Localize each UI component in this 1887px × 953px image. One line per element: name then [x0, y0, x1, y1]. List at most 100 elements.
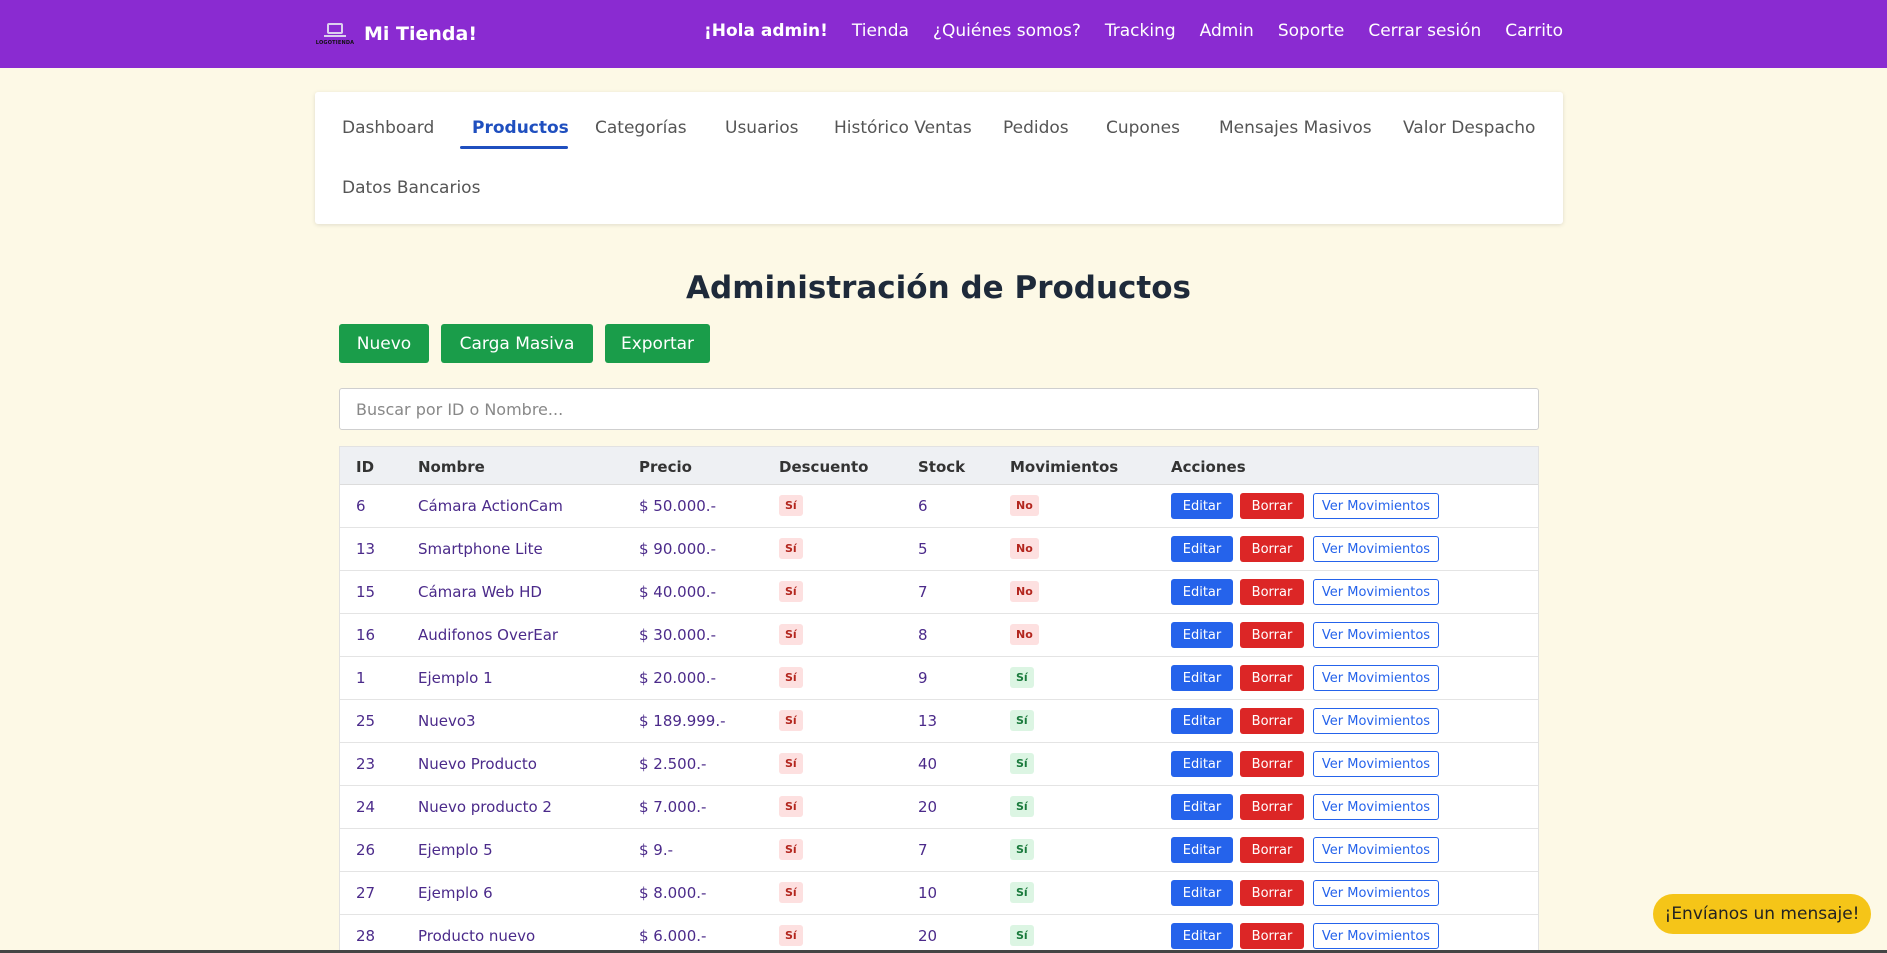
table-row: 27 Ejemplo 6 $ 8.000.- Sí 10 Sí Editar B… — [340, 872, 1538, 915]
table-row: 26 Ejemplo 5 $ 9.- Sí 7 Sí Editar Borrar… — [340, 829, 1538, 872]
tab-pedidos[interactable]: Pedidos — [1003, 118, 1069, 138]
header-precio: Precio — [639, 458, 692, 476]
table-row: 1 Ejemplo 1 $ 20.000.- Sí 9 Sí Editar Bo… — [340, 657, 1538, 700]
view-movements-button[interactable]: Ver Movimientos — [1313, 493, 1439, 519]
descuento-badge: Sí — [779, 495, 803, 516]
cell-nombre: Ejemplo 6 — [418, 884, 493, 902]
edit-button[interactable]: Editar — [1171, 536, 1233, 562]
delete-button[interactable]: Borrar — [1240, 794, 1304, 820]
tab-historico-ventas[interactable]: Histórico Ventas — [834, 118, 972, 138]
delete-button[interactable]: Borrar — [1240, 579, 1304, 605]
tab-datos-bancarios[interactable]: Datos Bancarios — [342, 178, 480, 198]
send-message-button[interactable]: ¡Envíanos un mensaje! — [1653, 894, 1871, 934]
search-input[interactable] — [339, 388, 1539, 430]
delete-button[interactable]: Borrar — [1240, 923, 1304, 949]
movimientos-badge: No — [1010, 581, 1039, 602]
edit-button[interactable]: Editar — [1171, 837, 1233, 863]
cell-stock: 6 — [918, 497, 928, 515]
movimientos-badge: Sí — [1010, 839, 1034, 860]
tab-mensajes-masivos[interactable]: Mensajes Masivos — [1219, 118, 1372, 138]
cell-id: 23 — [356, 755, 376, 773]
nav-quienes-somos[interactable]: ¿Quiénes somos? — [933, 21, 1081, 41]
products-table: ID Nombre Precio Descuento Stock Movimie… — [339, 446, 1539, 953]
nav-soporte[interactable]: Soporte — [1278, 21, 1345, 41]
cell-nombre: Ejemplo 1 — [418, 669, 493, 687]
nav-admin[interactable]: Admin — [1200, 21, 1254, 41]
view-movements-button[interactable]: Ver Movimientos — [1313, 665, 1439, 691]
cell-id: 13 — [356, 540, 376, 558]
delete-button[interactable]: Borrar — [1240, 751, 1304, 777]
table-body: 6 Cámara ActionCam $ 50.000.- Sí 6 No Ed… — [340, 485, 1538, 953]
tab-cupones[interactable]: Cupones — [1106, 118, 1180, 138]
table-row: 25 Nuevo3 $ 189.999.- Sí 13 Sí Editar Bo… — [340, 700, 1538, 743]
view-movements-button[interactable]: Ver Movimientos — [1313, 536, 1439, 562]
descuento-badge: Sí — [779, 753, 803, 774]
edit-button[interactable]: Editar — [1171, 751, 1233, 777]
table-row: 15 Cámara Web HD $ 40.000.- Sí 7 No Edit… — [340, 571, 1538, 614]
delete-button[interactable]: Borrar — [1240, 536, 1304, 562]
cell-precio: $ 6.000.- — [639, 927, 707, 945]
movimientos-badge: Sí — [1010, 753, 1034, 774]
view-movements-button[interactable]: Ver Movimientos — [1313, 794, 1439, 820]
movimientos-badge: Sí — [1010, 667, 1034, 688]
view-movements-button[interactable]: Ver Movimientos — [1313, 751, 1439, 777]
edit-button[interactable]: Editar — [1171, 708, 1233, 734]
edit-button[interactable]: Editar — [1171, 665, 1233, 691]
view-movements-button[interactable]: Ver Movimientos — [1313, 837, 1439, 863]
edit-button[interactable]: Editar — [1171, 794, 1233, 820]
edit-button[interactable]: Editar — [1171, 923, 1233, 949]
cell-id: 1 — [356, 669, 366, 687]
bulk-upload-button[interactable]: Carga Masiva — [441, 324, 593, 363]
cell-nombre: Cámara Web HD — [418, 583, 542, 601]
tab-valor-despacho[interactable]: Valor Despacho — [1403, 118, 1535, 138]
descuento-badge: Sí — [779, 581, 803, 602]
tab-categorias[interactable]: Categorías — [595, 118, 687, 138]
logo-text: LOGOTIENDA — [315, 39, 355, 46]
cell-nombre: Nuevo3 — [418, 712, 476, 730]
movimientos-badge: Sí — [1010, 925, 1034, 946]
table-row: 16 Audifonos OverEar $ 30.000.- Sí 8 No … — [340, 614, 1538, 657]
view-movements-button[interactable]: Ver Movimientos — [1313, 579, 1439, 605]
delete-button[interactable]: Borrar — [1240, 493, 1304, 519]
edit-button[interactable]: Editar — [1171, 880, 1233, 906]
brand[interactable]: LOGOTIENDA Mi Tienda! — [316, 16, 477, 52]
edit-button[interactable]: Editar — [1171, 579, 1233, 605]
cell-id: 26 — [356, 841, 376, 859]
tab-usuarios[interactable]: Usuarios — [725, 118, 798, 138]
cell-stock: 8 — [918, 626, 928, 644]
delete-button[interactable]: Borrar — [1240, 622, 1304, 648]
edit-button[interactable]: Editar — [1171, 622, 1233, 648]
cell-stock: 7 — [918, 583, 928, 601]
view-movements-button[interactable]: Ver Movimientos — [1313, 923, 1439, 949]
cell-nombre: Producto nuevo — [418, 927, 536, 945]
edit-button[interactable]: Editar — [1171, 493, 1233, 519]
store-logo-icon: LOGOTIENDA — [316, 17, 354, 51]
export-button[interactable]: Exportar — [605, 324, 710, 363]
cell-id: 25 — [356, 712, 376, 730]
header-stock: Stock — [918, 458, 966, 476]
movimientos-badge: Sí — [1010, 882, 1034, 903]
descuento-badge: Sí — [779, 796, 803, 817]
nav-carrito[interactable]: Carrito — [1505, 21, 1563, 41]
view-movements-button[interactable]: Ver Movimientos — [1313, 708, 1439, 734]
page-title: Administración de Productos — [686, 270, 1191, 306]
cell-precio: $ 2.500.- — [639, 755, 707, 773]
delete-button[interactable]: Borrar — [1240, 837, 1304, 863]
cell-id: 28 — [356, 927, 376, 945]
tab-dashboard[interactable]: Dashboard — [342, 118, 434, 138]
admin-tabs-card — [315, 92, 1563, 224]
tab-productos[interactable]: Productos — [472, 118, 569, 138]
cell-stock: 7 — [918, 841, 928, 859]
delete-button[interactable]: Borrar — [1240, 880, 1304, 906]
view-movements-button[interactable]: Ver Movimientos — [1313, 622, 1439, 648]
view-movements-button[interactable]: Ver Movimientos — [1313, 880, 1439, 906]
cell-nombre: Nuevo Producto — [418, 755, 537, 773]
nav-cerrar-sesion[interactable]: Cerrar sesión — [1368, 21, 1481, 41]
delete-button[interactable]: Borrar — [1240, 665, 1304, 691]
table-row: 28 Producto nuevo $ 6.000.- Sí 20 Sí Edi… — [340, 915, 1538, 953]
nav-greeting[interactable]: ¡Hola admin! — [704, 21, 828, 41]
nav-tienda[interactable]: Tienda — [852, 21, 909, 41]
nav-tracking[interactable]: Tracking — [1105, 21, 1176, 41]
new-product-button[interactable]: Nuevo — [339, 324, 429, 363]
delete-button[interactable]: Borrar — [1240, 708, 1304, 734]
